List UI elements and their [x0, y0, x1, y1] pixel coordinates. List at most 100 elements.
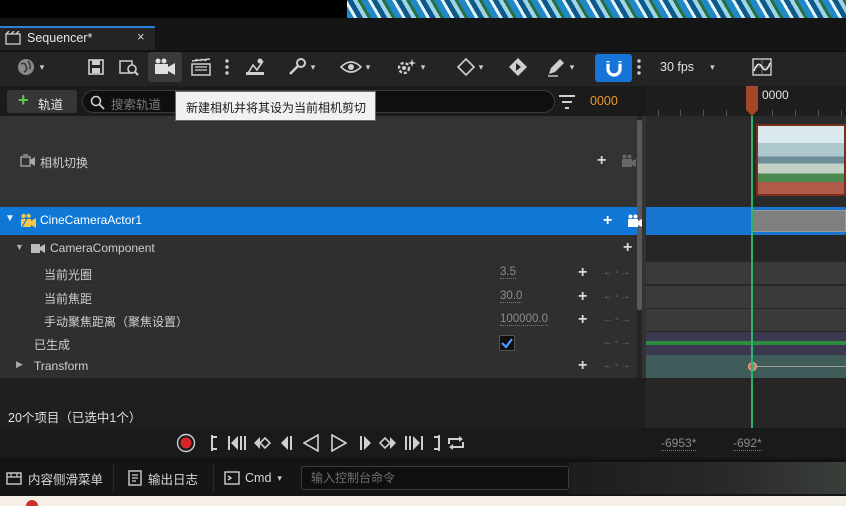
- collapse-arrow-icon[interactable]: ▼: [5, 213, 15, 224]
- collapse-arrow-icon[interactable]: ▼: [15, 242, 24, 252]
- camera-cuts-track[interactable]: 相机切换 +: [0, 116, 637, 206]
- focus-distance-lane[interactable]: [646, 309, 846, 332]
- cine-camera-actor-track[interactable]: ▼ CineCameraActor1 +: [0, 207, 642, 235]
- snap-toggle[interactable]: [595, 54, 632, 82]
- transform-track[interactable]: ▶ Transform + ←◦→: [0, 355, 637, 378]
- focal-length-label: 当前焦距: [44, 292, 93, 306]
- tab-sequencer[interactable]: Sequencer* ×: [0, 26, 155, 50]
- jump-to-end-button[interactable]: [428, 432, 444, 454]
- key-navigation[interactable]: ←◦→: [603, 360, 633, 371]
- next-key-button[interactable]: [378, 432, 400, 454]
- add-track-button[interactable]: + 轨道: [7, 90, 77, 113]
- search-placeholder: 搜索轨道: [111, 98, 162, 112]
- console-command-input[interactable]: [301, 466, 569, 490]
- tools-button[interactable]: ▾: [282, 52, 320, 82]
- auto-key-button[interactable]: [506, 52, 530, 82]
- spawned-checkbox[interactable]: [499, 335, 515, 351]
- fps-dropdown[interactable]: 30 fps ▾: [652, 52, 722, 82]
- step-back-frame-icon: [281, 436, 292, 450]
- chevron-down-icon: ▾: [569, 61, 575, 72]
- add-key-button[interactable]: +: [578, 312, 587, 328]
- aperture-track[interactable]: 当前光圈 3.5 + ←◦→: [0, 262, 637, 285]
- actions-button[interactable]: [242, 52, 268, 82]
- notification-dot: [26, 500, 38, 506]
- current-time-field[interactable]: 0000: [590, 94, 618, 108]
- find-asset-button[interactable]: [116, 52, 142, 82]
- close-icon[interactable]: ×: [137, 29, 145, 44]
- save-button[interactable]: [84, 52, 108, 82]
- add-key-button[interactable]: +: [578, 358, 587, 374]
- aperture-value-field[interactable]: 3.5: [500, 266, 516, 279]
- loop-button[interactable]: [444, 432, 468, 454]
- record-button[interactable]: [174, 432, 198, 454]
- range-start-field[interactable]: -6953*: [661, 436, 697, 451]
- key-group-button[interactable]: ▾: [450, 52, 490, 82]
- aperture-label: 当前光圈: [44, 268, 93, 282]
- key-navigation[interactable]: ←◦→: [603, 291, 633, 302]
- previous-key-button[interactable]: [250, 432, 272, 454]
- focal-length-track[interactable]: 当前焦距 30.0 + ←◦→: [0, 286, 637, 309]
- expand-arrow-icon[interactable]: ▶: [16, 359, 23, 370]
- console-command-field[interactable]: [302, 467, 568, 489]
- next-key-icon: [379, 436, 396, 450]
- transport-bar: [0, 428, 646, 458]
- spawned-track[interactable]: 已生成 ←◦→: [0, 332, 637, 355]
- spawned-bar[interactable]: [646, 341, 846, 345]
- transform-curve: [757, 366, 846, 367]
- add-key-button[interactable]: +: [578, 289, 587, 305]
- key-play-icon: [509, 58, 527, 76]
- key-navigation[interactable]: ←◦→: [603, 337, 633, 348]
- view-options-button[interactable]: ▾: [336, 52, 374, 82]
- render-movie-button[interactable]: [188, 52, 214, 82]
- plus-icon: +: [18, 90, 29, 110]
- filter-icon[interactable]: [558, 94, 576, 110]
- previous-frame-button[interactable]: [226, 432, 248, 454]
- camera-component-track[interactable]: ▼ CameraComponent +: [0, 235, 637, 261]
- manual-focus-distance-track[interactable]: 手动聚焦距离（聚焦设置） 100000.0 + ←◦→: [0, 309, 637, 332]
- find-asset-icon: [119, 60, 139, 76]
- playhead-line[interactable]: [751, 116, 753, 428]
- actor-section[interactable]: [752, 210, 846, 232]
- curve-editor-icon: [752, 58, 772, 76]
- edit-tools-button[interactable]: ▾: [540, 52, 580, 82]
- playback-settings-button[interactable]: ▾: [390, 52, 430, 82]
- jump-to-start-button[interactable]: [206, 432, 224, 454]
- range-end-field[interactable]: -692*: [733, 436, 762, 451]
- play-button[interactable]: [328, 432, 350, 454]
- play-reverse-button[interactable]: [300, 432, 322, 454]
- aperture-lane[interactable]: [646, 262, 846, 285]
- transform-label: Transform: [34, 359, 89, 373]
- add-actor-track-button[interactable]: +: [603, 213, 612, 229]
- step-back-button[interactable]: [276, 432, 296, 454]
- chevron-down-icon: ▾: [478, 61, 484, 72]
- focal-length-lane[interactable]: [646, 286, 846, 309]
- sequencer-icon: [5, 31, 21, 45]
- more-options-button[interactable]: [220, 52, 234, 82]
- key-navigation[interactable]: ←◦→: [603, 314, 633, 325]
- component-lane[interactable]: [646, 235, 846, 262]
- track-list-scrollbar[interactable]: [637, 116, 642, 378]
- key-navigation[interactable]: ←◦→: [603, 267, 633, 278]
- camera-cut-thumbnail[interactable]: [756, 124, 846, 196]
- camera-lock-icon[interactable]: [627, 214, 643, 228]
- add-key-button[interactable]: +: [578, 265, 587, 281]
- play-icon: [331, 434, 347, 452]
- create-camera-button[interactable]: [148, 52, 182, 82]
- add-camera-cut-button[interactable]: +: [597, 153, 606, 169]
- search-icon: [90, 95, 105, 110]
- output-log-button[interactable]: 输出日志: [122, 464, 214, 492]
- playhead-handle[interactable]: [746, 86, 758, 116]
- create-camera-icon: [155, 58, 175, 75]
- curve-editor-button[interactable]: [750, 52, 774, 82]
- focus-distance-label: 手动聚焦距离（聚焦设置）: [44, 315, 189, 329]
- snap-options-button[interactable]: [633, 52, 645, 82]
- step-forward-button[interactable]: [356, 432, 376, 454]
- next-frame-button[interactable]: [402, 432, 426, 454]
- cmd-dropdown[interactable]: Cmd ▾: [218, 464, 296, 492]
- focal-length-value-field[interactable]: 30.0: [500, 290, 523, 303]
- focus-distance-value-field[interactable]: 100000.0: [500, 313, 548, 326]
- camera-lock-icon[interactable]: [621, 154, 637, 168]
- content-drawer-button[interactable]: 内容侧滑菜单: [0, 464, 114, 492]
- add-component-track-button[interactable]: +: [623, 240, 632, 256]
- world-button[interactable]: ▾: [8, 52, 52, 82]
